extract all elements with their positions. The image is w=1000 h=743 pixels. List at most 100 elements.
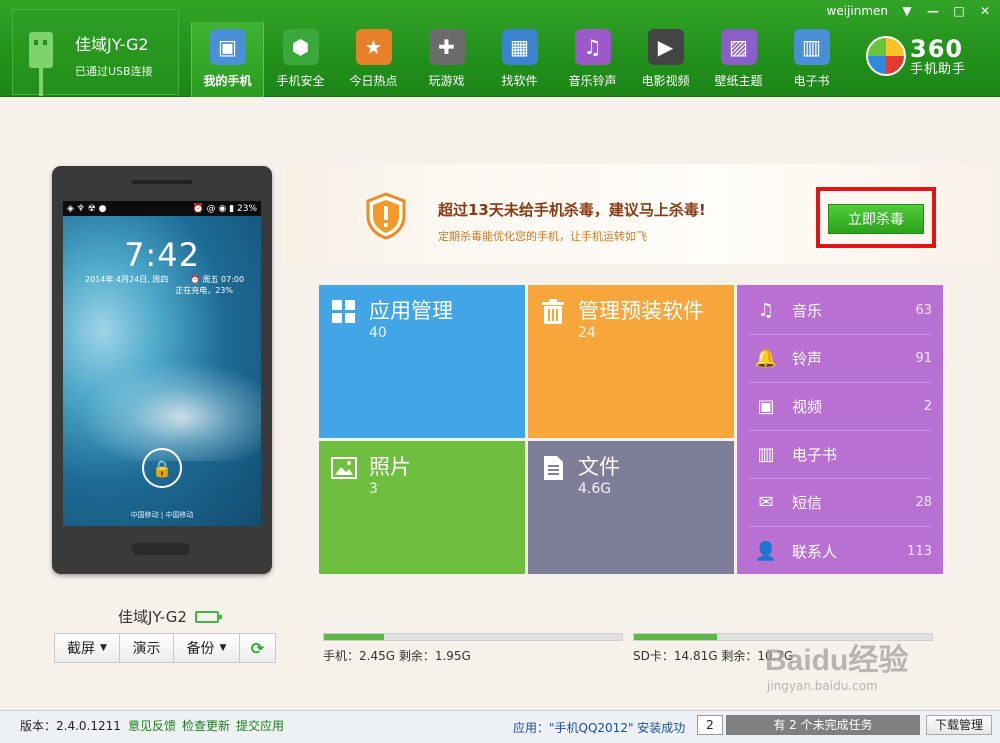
battery-icon xyxy=(194,610,222,623)
watermark-brand: Baidu经验 xyxy=(765,644,909,677)
media-list-item[interactable]: 🔔 铃声 91 xyxy=(748,335,932,383)
device-connection-panel[interactable]: 佳域JY-G2 已通过USB连接 xyxy=(12,9,179,96)
media-list-item[interactable]: 👤 联系人 113 xyxy=(748,527,932,575)
submit-app-link[interactable]: 提交应用 xyxy=(236,717,284,734)
tile-label: 照片 xyxy=(369,455,411,479)
nav-item-music[interactable]: ♫ 音乐铃声 xyxy=(556,22,629,97)
minimize-icon[interactable]: — xyxy=(926,4,940,18)
menu-dropdown-icon[interactable]: ▼ xyxy=(900,4,914,18)
tile-count: 24 xyxy=(578,325,596,341)
media-count: 91 xyxy=(915,351,932,366)
refresh-button[interactable]: ⟳ xyxy=(240,633,276,663)
media-label: 短信 xyxy=(792,494,823,512)
nav-item-star[interactable]: ★ 今日热点 xyxy=(337,22,410,97)
nav-item-film[interactable]: ▶ 电影视频 xyxy=(629,22,702,97)
phone-screen: ◈ ♆ ☢ ● ⏰ @ ◉ ▮ 23% 7:42 2014年 4月24日, 周四… xyxy=(63,201,261,526)
phone-carrier: 中国移动 | 中国移动 xyxy=(130,511,194,519)
media-list-item[interactable]: ♫ 音乐 63 xyxy=(748,287,932,335)
device-label-text: 佳域JY-G2 xyxy=(118,608,187,626)
close-icon[interactable]: ✕ xyxy=(978,4,992,18)
refresh-icon: ⟳ xyxy=(250,638,265,658)
shield-icon: ⬢ xyxy=(282,29,319,65)
status-links: 意见反馈 检查更新 提交应用 xyxy=(128,717,284,734)
nav-item-label: 今日热点 xyxy=(349,74,398,88)
tile-label: 管理预装软件 xyxy=(578,299,704,323)
bell-icon: 🔔 xyxy=(754,348,778,369)
warning-shield-icon xyxy=(366,192,406,240)
usb-cable-icon xyxy=(39,68,43,96)
alert-title: 超过13天未给手机杀毒，建议马上杀毒! xyxy=(438,201,706,219)
phone-date: 2014年 4月24日, 周四 xyxy=(85,275,169,284)
nav-item-apps[interactable]: ▦ 找软件 xyxy=(483,22,556,97)
photo-icon xyxy=(331,457,357,479)
photos-tile[interactable]: 照片 3 xyxy=(319,441,525,574)
chevron-down-icon: ▼ xyxy=(219,643,227,653)
media-list-item[interactable]: ✉ 短信 28 xyxy=(748,479,932,527)
video-icon: ▣ xyxy=(757,396,775,417)
tile-label: 应用管理 xyxy=(369,299,453,323)
media-count: 63 xyxy=(915,303,932,318)
screenshot-button[interactable]: 截屏 ▼ xyxy=(54,633,120,663)
media-list-item[interactable]: ▣ 视频 2 xyxy=(748,383,932,431)
main-content: ◈ ♆ ☢ ● ⏰ @ ◉ ▮ 23% 7:42 2014年 4月24日, 周四… xyxy=(4,98,996,706)
scan-now-button[interactable]: 立即杀毒 xyxy=(828,204,924,234)
maximize-icon[interactable]: □ xyxy=(952,4,966,18)
phone-icon: ▣ xyxy=(209,29,246,65)
virus-scan-alert: 超过13天未给手机杀毒，建议马上杀毒! 定期杀毒能优化您的手机，让手机运转如飞 … xyxy=(286,164,994,264)
download-manager-button[interactable]: 下载管理 xyxy=(926,715,992,735)
tile-count: 40 xyxy=(369,325,387,341)
window-controls: weijinmen ▼ — □ ✕ xyxy=(827,4,992,18)
main-nav: ▣ 我的手机 ⬢ 手机安全 ★ 今日热点 ✚ 玩游戏 ▦ 找软件 ♫ 音乐铃声 ▶ 电影视频 ▨ 壁纸主题 ▥ 电… xyxy=(191,22,848,97)
apps-icon: ▦ xyxy=(501,29,538,65)
logo-text: 手机助手 xyxy=(910,61,967,77)
nav-item-shield[interactable]: ⬢ 手机安全 xyxy=(264,22,337,97)
files-tile[interactable]: 文件 4.6G xyxy=(528,441,734,574)
phone-speaker xyxy=(132,180,192,184)
statusbar-left: ◈ ♆ ☢ ● xyxy=(67,203,107,214)
alert-subtitle: 定期杀毒能优化您的手机，让手机运转如飞 xyxy=(438,230,647,243)
demo-button[interactable]: 演示 xyxy=(120,633,174,663)
tile-count: 4.6G xyxy=(578,481,612,497)
feedback-link[interactable]: 意见反馈 xyxy=(128,717,176,734)
device-label: 佳域JY-G2 xyxy=(118,606,222,627)
music-note-icon: ♫ xyxy=(757,300,775,321)
nav-item-label: 壁纸主题 xyxy=(714,74,763,88)
phone-clock: 7:42 xyxy=(124,236,200,274)
phone-tools: 截屏 ▼ 演示 备份 ▼ ⟳ xyxy=(54,633,276,663)
tile-label: 文件 xyxy=(578,455,620,479)
nav-item-label: 玩游戏 xyxy=(428,74,465,88)
lock-icon: 🔒 xyxy=(142,448,182,488)
task-progress[interactable]: 有 2 个未完成任务 xyxy=(726,715,920,735)
envelope-icon: ✉ xyxy=(758,492,774,513)
water-splash-wallpaper xyxy=(63,351,261,461)
media-label: 音乐 xyxy=(792,302,823,320)
nav-item-book[interactable]: ▥ 电子书 xyxy=(775,22,848,97)
check-update-link[interactable]: 检查更新 xyxy=(182,717,230,734)
media-count: 113 xyxy=(907,543,932,559)
360-logo-icon xyxy=(866,36,906,76)
media-list-panel: ♫ 音乐 63 🔔 铃声 91 ▣ 视频 2 ▥ 电子书 ✉ 短信 28 👤 联系人 113 xyxy=(737,285,943,574)
status-bar: 版本：2.4.0.1211 意见反馈 检查更新 提交应用 应用："手机QQ201… xyxy=(0,710,1000,743)
logo-number: 360 xyxy=(910,34,964,63)
nav-item-phone[interactable]: ▣ 我的手机 xyxy=(191,22,264,97)
username[interactable]: weijinmen xyxy=(827,4,888,18)
nav-item-label: 找软件 xyxy=(501,74,538,88)
backup-button[interactable]: 备份 ▼ xyxy=(174,633,240,663)
preinstalled-apps-tile[interactable]: 管理预装软件 24 xyxy=(528,285,734,438)
media-list-item[interactable]: ▥ 电子书 xyxy=(748,431,932,479)
wallpaper-icon: ▨ xyxy=(720,29,757,65)
media-count: 2 xyxy=(923,399,932,414)
nav-item-label: 手机安全 xyxy=(276,74,325,88)
nav-item-label: 我的手机 xyxy=(203,74,252,88)
nav-item-wallpaper[interactable]: ▨ 壁纸主题 xyxy=(702,22,775,97)
phone-preview[interactable]: ◈ ♆ ☢ ● ⏰ @ ◉ ▮ 23% 7:42 2014年 4月24日, 周四… xyxy=(52,166,272,574)
phone-charging: 正在充电，23% xyxy=(175,286,233,295)
phone-home-button xyxy=(132,543,190,555)
phone-statusbar: ◈ ♆ ☢ ● ⏰ @ ◉ ▮ 23% xyxy=(63,201,261,216)
device-name: 佳域JY-G2 xyxy=(75,35,149,54)
baidu-watermark: Baidu经验 jingyan.baidu.com xyxy=(765,635,908,693)
app-management-tile[interactable]: 应用管理 40 xyxy=(319,285,525,438)
ebook-icon: ▥ xyxy=(757,444,775,465)
nav-item-gamepad[interactable]: ✚ 玩游戏 xyxy=(410,22,483,97)
star-icon: ★ xyxy=(355,29,392,65)
